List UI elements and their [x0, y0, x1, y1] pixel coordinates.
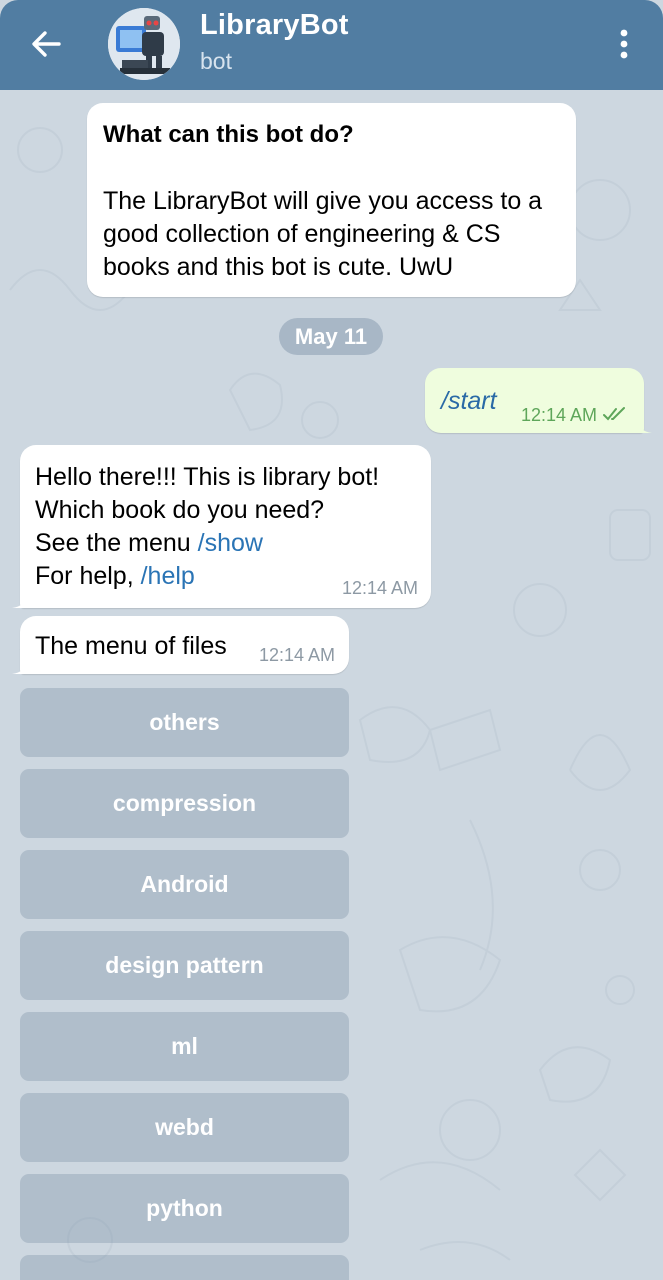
chat-header: LibraryBot bot — [0, 0, 663, 90]
help-command-link[interactable]: /help — [141, 562, 195, 590]
keyboard-button-design-pattern[interactable]: design pattern — [20, 931, 349, 1000]
intro-heading: What can this bot do? — [103, 121, 354, 148]
message-time: 12:14 AM — [342, 578, 419, 598]
show-command-link[interactable]: /show — [198, 529, 263, 557]
incoming-message-text: The menu of files — [35, 632, 227, 660]
keyboard-button-android[interactable]: Android — [20, 850, 349, 919]
bot-avatar[interactable] — [108, 8, 180, 80]
greeting-line: Which book do you need? — [35, 496, 325, 524]
double-check-icon — [603, 407, 625, 421]
outgoing-message-text: /start — [441, 387, 497, 415]
incoming-bubble-tail — [12, 594, 28, 608]
greeting-line-prefix: See the menu — [35, 529, 198, 557]
more-options-button[interactable] — [604, 22, 644, 66]
message-time: 12:14 AM — [259, 645, 336, 665]
incoming-message[interactable]: The menu of files 12:14 AM — [20, 616, 349, 674]
chat-subtitle: bot — [200, 48, 232, 74]
keyboard-button-webd[interactable]: webd — [20, 1093, 349, 1162]
robot-avatar-image — [108, 8, 180, 80]
greeting-line-prefix: For help, — [35, 562, 141, 590]
incoming-message-text: Hello there!!! This is library bot! Whic… — [35, 461, 379, 593]
message-time: 12:14 AM — [521, 405, 598, 425]
outgoing-bubble-tail — [636, 419, 652, 433]
vertical-dots-icon — [620, 29, 628, 59]
arrow-left-icon — [32, 31, 61, 57]
greeting-line: For help, /help — [35, 560, 379, 593]
date-separator: May 11 — [279, 318, 383, 355]
incoming-bubble-tail — [12, 660, 28, 674]
greeting-line: See the menu /show — [35, 527, 379, 560]
keyboard-button-compression[interactable]: compression — [20, 769, 349, 838]
greeting-line: Hello there!!! This is library bot! — [35, 463, 380, 491]
back-button[interactable] — [22, 22, 70, 66]
keyboard-button-ml[interactable]: ml — [20, 1012, 349, 1081]
keyboard-button-others[interactable]: others — [20, 688, 349, 757]
incoming-message[interactable]: Hello there!!! This is library bot! Whic… — [20, 445, 431, 608]
bot-intro-card: What can this bot do? The LibraryBot wil… — [87, 103, 576, 297]
intro-body: The LibraryBot will give you access to a… — [103, 187, 543, 281]
keyboard-button-partial[interactable] — [20, 1255, 349, 1280]
chat-title[interactable]: LibraryBot — [200, 9, 349, 42]
keyboard-button-python[interactable]: python — [20, 1174, 349, 1243]
outgoing-message[interactable]: /start 12:14 AM — [425, 368, 644, 433]
